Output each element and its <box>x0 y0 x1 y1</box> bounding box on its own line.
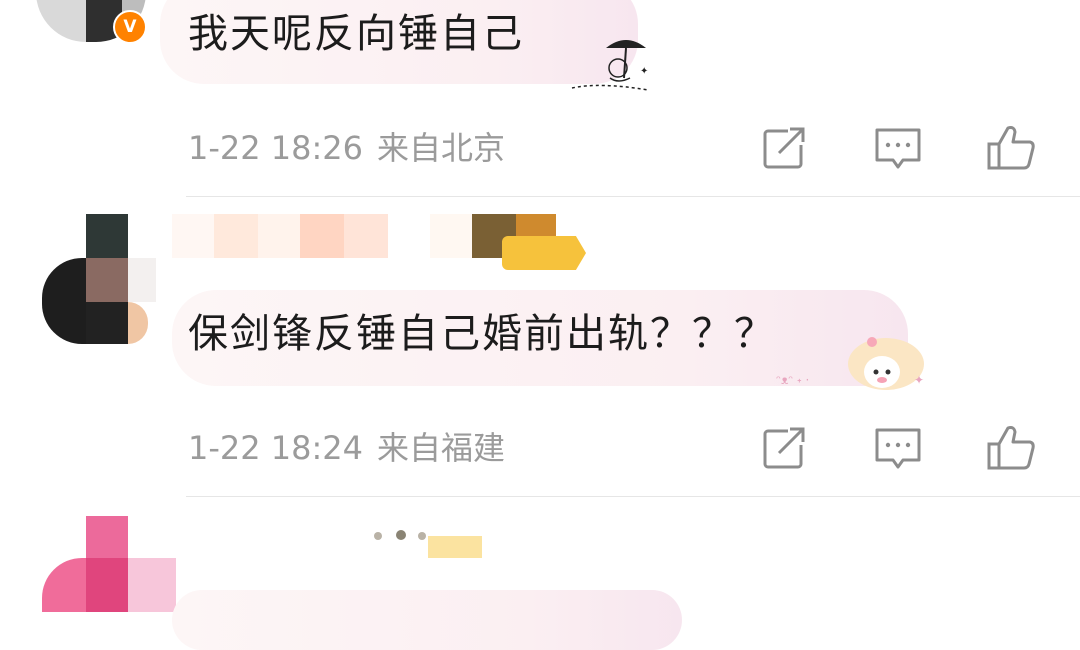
repost-button[interactable] <box>758 422 810 474</box>
comment-location: 来自福建 <box>377 429 506 467</box>
comment-time: 1-22 18:26 <box>188 129 364 167</box>
comment-time: 1-22 18:24 <box>188 429 364 467</box>
comment-icon <box>875 428 921 469</box>
repost-button[interactable] <box>758 122 810 174</box>
comment-button[interactable] <box>872 422 924 474</box>
comment-text: 保剑锋反锤自己婚前出轨？？？ <box>188 311 776 357</box>
thumbs-up-icon <box>987 426 1035 470</box>
divider <box>186 196 1080 197</box>
svg-text:✦: ✦ <box>914 373 924 387</box>
level-badge <box>502 236 586 270</box>
thumbs-up-icon <box>987 126 1035 170</box>
share-icon <box>763 427 806 469</box>
comment-meta: 1-22 18:24 来自福建 <box>188 428 505 468</box>
username[interactable] <box>370 526 490 562</box>
username[interactable] <box>172 214 592 272</box>
like-button[interactable] <box>986 122 1038 174</box>
comment-button[interactable] <box>872 122 924 174</box>
like-button[interactable] <box>986 422 1038 474</box>
svg-text:ᵔᴥᵔ ˖ ·: ᵔᴥᵔ ˖ · <box>776 373 809 387</box>
avatar[interactable] <box>36 214 156 344</box>
comment-text: 我天呢反向锤自己 <box>188 11 524 57</box>
sticker: ✦ ✦ <box>540 34 660 98</box>
divider <box>186 496 1080 497</box>
comment-meta: 1-22 18:26 来自北京 <box>188 128 505 168</box>
comment-bubble <box>172 590 682 650</box>
share-icon <box>763 127 806 169</box>
svg-text:✦: ✦ <box>640 66 648 77</box>
comment-location: 来自北京 <box>377 129 506 167</box>
sticker: ᵔᴥᵔ ˖ · ✦ <box>776 332 926 398</box>
comment-icon <box>875 128 921 169</box>
avatar[interactable] <box>36 516 176 612</box>
verified-badge: V <box>113 10 147 44</box>
